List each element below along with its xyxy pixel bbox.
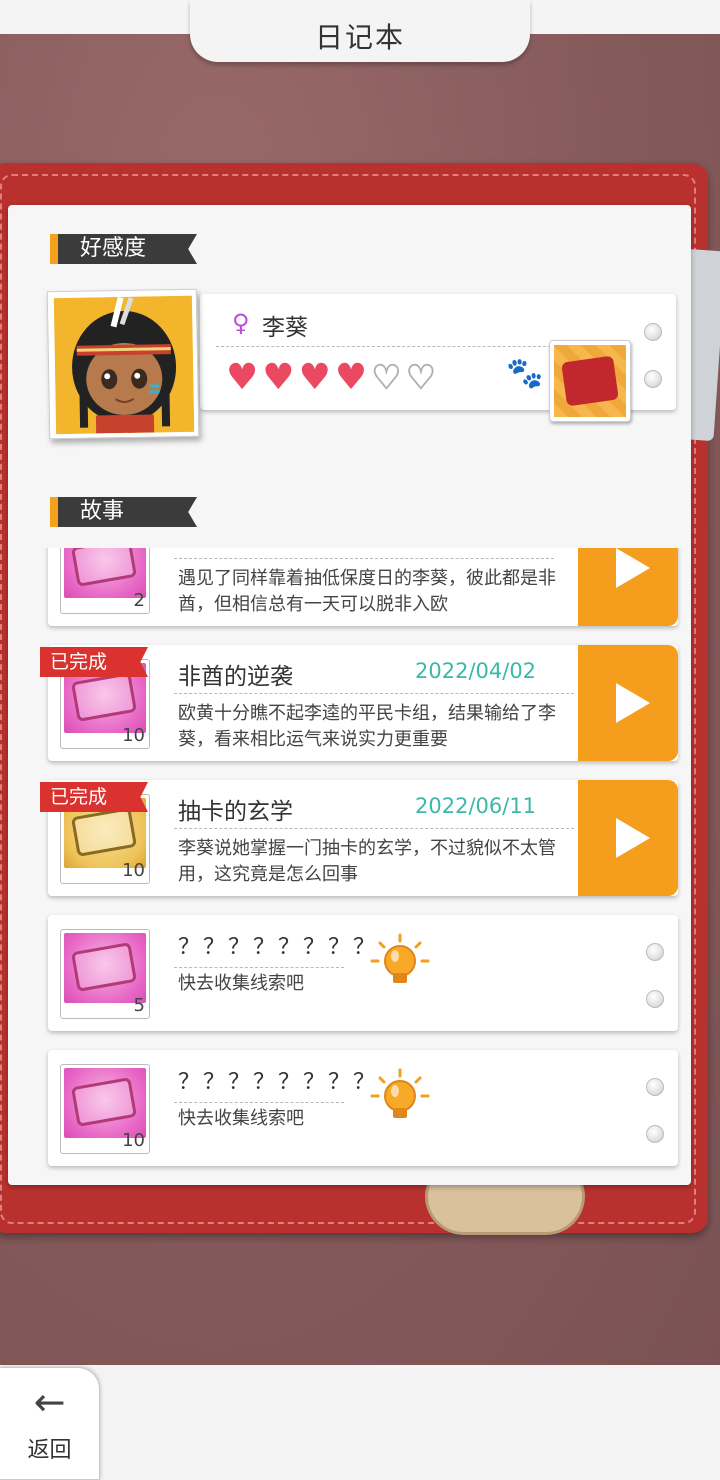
back-label: 返回 [27,1438,72,1463]
story-thumbnail: 5 [60,929,150,1019]
story-title: 抽卡的玄学 [178,799,293,825]
story-thumbnail: 10 [60,1064,150,1154]
story-hint: 快去收集线索吧 [178,1108,304,1129]
ticket-icon [70,807,138,857]
story-date: 2022/06/11 [415,794,537,818]
heart-filled-icon: ♥ [262,357,295,398]
completed-badge: 已完成 [40,782,148,812]
lightbulb-icon [370,1068,430,1118]
back-arrow-icon: ← [33,1380,66,1424]
paw-print-icon: 🐾 [506,356,544,391]
story-title: 非酋的逆袭 [178,664,293,690]
ticket-icon [70,942,138,992]
story-title-hidden: ？？？？？？？？ [178,935,379,960]
play-button[interactable] [578,645,678,761]
ticket-icon [70,672,138,722]
story-item[interactable]: 10 已完成 抽卡的玄学 2022/06/11 李葵说她掌握一门抽卡的玄学，不过… [40,780,678,896]
story-count: 5 [133,995,145,1016]
story-description: 遇见了同样靠着抽低保度日的李葵，彼此都是非酋，但相信总有一天可以脱非入欧 [178,568,556,615]
story-item-locked[interactable]: 5 ？？？？？？？？ 快去收集线索吧 [48,915,678,1031]
favorite-gift-item[interactable] [549,340,631,422]
binder-ring [646,943,664,961]
play-button[interactable] [578,548,678,626]
affection-section-label: 好感度 [50,234,197,264]
profile-divider [216,346,556,347]
heart-filled-icon: ♥ [298,357,331,398]
heart-empty-icon: ♡ [405,358,437,398]
story-hint: 快去收集线索吧 [178,973,304,994]
back-button[interactable]: ← 返回 [0,1367,100,1480]
female-gender-icon: ♀ [232,309,250,337]
story-count: 10 [122,725,145,746]
story-description: 欧黄十分瞧不起李逵的平民卡组，结果输给了李葵，看来相比运气来说实力更重要 [178,703,556,750]
lightbulb-icon [370,933,430,983]
bottom-bar [0,1365,720,1480]
binder-ring [646,1125,664,1143]
story-title-hidden: ？？？？？？？？ [178,1070,379,1095]
affection-hearts: ♥ ♥ ♥ ♥ ♡ ♡ [226,357,437,398]
story-count: 2 [133,590,145,611]
completed-badge: 已完成 [40,647,148,677]
story-list[interactable]: 2 遇见了同样靠着抽低保度日的李葵，彼此都是非酋，但相信总有一天可以脱非入欧 1… [40,548,690,1178]
story-count: 10 [122,1130,145,1151]
page-title: 日记本 [314,21,405,54]
story-section-label: 故事 [50,497,197,527]
story-item[interactable]: 2 遇见了同样靠着抽低保度日的李葵，彼此都是非酋，但相信总有一天可以脱非入欧 [48,548,678,626]
story-count: 10 [122,860,145,881]
story-item[interactable]: 10 已完成 非酋的逆袭 2022/04/02 欧黄十分瞧不起李逵的平民卡组，结… [40,645,678,761]
character-name: 李葵 [262,315,308,341]
story-date: 2022/04/02 [415,659,537,683]
title-tab: 日记本 [190,0,530,62]
story-thumbnail: 2 [60,548,150,614]
binder-ring [646,1078,664,1096]
binder-ring [646,990,664,1008]
heart-empty-icon: ♡ [371,358,403,398]
story-description: 李葵说她掌握一门抽卡的玄学，不过貌似不太管用，这究竟是怎么回事 [178,838,556,885]
play-button[interactable] [578,780,678,896]
ticket-icon [70,548,138,587]
ticket-icon [70,1077,138,1127]
heart-filled-icon: ♥ [226,357,259,398]
character-avatar-icon [53,295,195,435]
binder-ring [644,323,662,341]
binder-ring [644,370,662,388]
heart-filled-icon: ♥ [334,357,368,398]
character-portrait[interactable] [46,288,200,440]
story-item-locked[interactable]: 10 ？？？？？？？？ 快去收集线索吧 [48,1050,678,1166]
snack-bag-icon [561,355,619,407]
